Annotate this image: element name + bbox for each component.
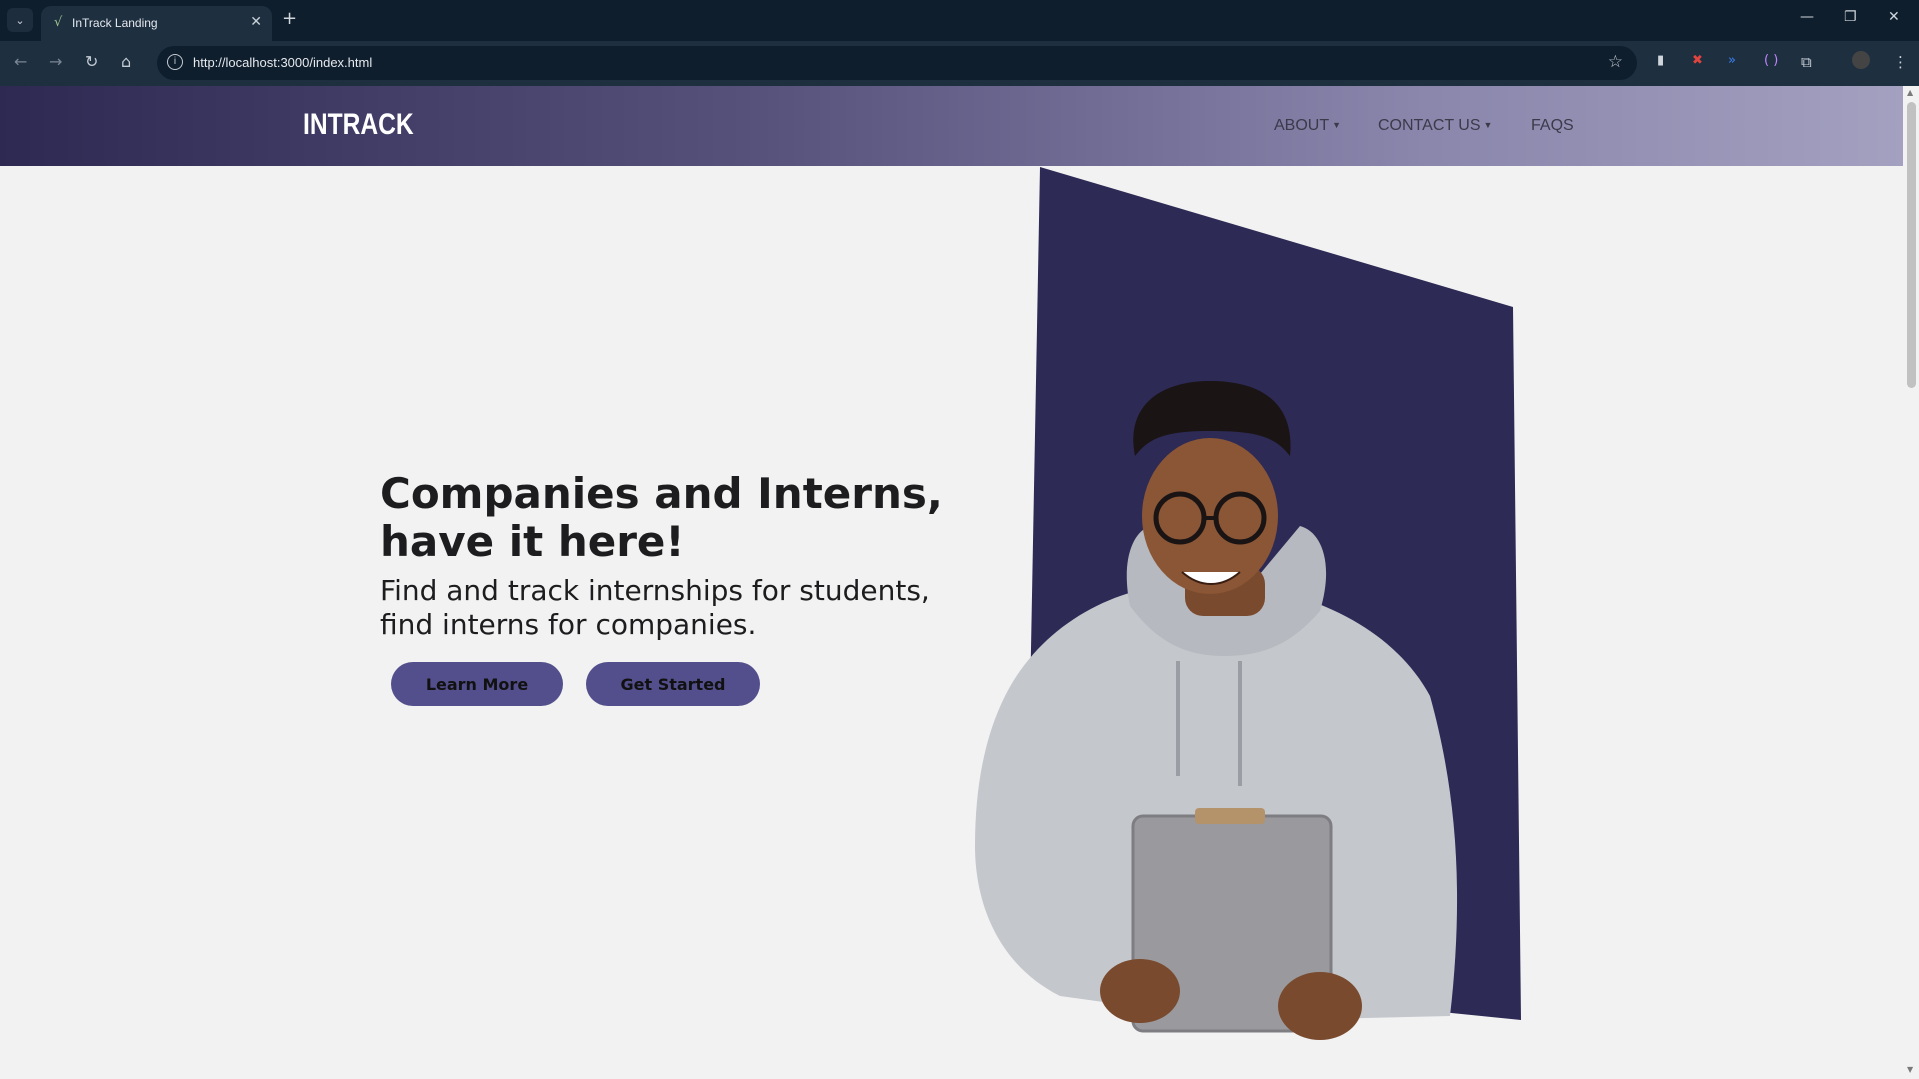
extension-3-icon[interactable]: » [1728,53,1736,68]
nav-faqs[interactable]: FAQS [1531,117,1574,135]
get-started-button[interactable]: Get Started [586,662,760,706]
caret-down-icon: ▼ [1483,120,1493,130]
page-scrollbar[interactable]: ▲ ▼ [1903,86,1919,1079]
nav-contact-us-label: CONTACT US [1378,117,1481,134]
info-icon[interactable]: i [167,54,183,70]
site-logo[interactable]: INTRACK [303,108,414,142]
learn-more-button[interactable]: Learn More [391,662,563,706]
scroll-up-icon[interactable]: ▲ [1907,88,1913,97]
extension-4-icon[interactable]: ( ) [1764,53,1778,68]
scroll-down-icon[interactable]: ▼ [1907,1065,1913,1074]
forward-icon[interactable]: → [49,52,62,71]
reload-icon[interactable]: ↻ [85,52,98,71]
nav-about-label: ABOUT [1274,117,1330,134]
tab-search-icon[interactable]: ⌄ [7,8,33,32]
extension-icon[interactable]: ⧉ [1801,53,1812,71]
plus-icon[interactable]: + [282,8,297,29]
nav-about[interactable]: ABOUT ▼ [1274,117,1341,135]
favicon-icon: √ [54,15,63,30]
extension-1-icon[interactable]: ▮ [1657,53,1664,68]
hero-subheadline: Find and track internships for students,… [380,574,930,641]
scroll-thumb[interactable] [1907,102,1916,388]
minimize-icon[interactable]: — [1800,9,1814,25]
browser-tab-bar: ⌄ √ InTrack Landing ✕ + — ❐ ✕ [0,0,1919,41]
url-text[interactable]: http://localhost:3000/index.html [193,55,372,70]
page-viewport: INTRACK ABOUT ▼ CONTACT US ▼ FAQS Companie… [0,86,1903,1079]
browser-tab[interactable]: √ InTrack Landing ✕ [41,6,272,41]
browser-toolbar: ← → ↻ ⌂ i http://localhost:3000/index.ht… [0,41,1919,86]
window-close-icon[interactable]: ✕ [1888,9,1900,25]
back-icon[interactable]: ← [14,52,27,71]
close-icon[interactable]: ✕ [250,14,262,30]
extension-2-icon[interactable]: ✖ [1692,53,1703,68]
tab-title: InTrack Landing [72,16,158,30]
profile-icon[interactable] [1852,51,1870,69]
nav-faqs-label: FAQS [1531,117,1574,134]
home-icon[interactable]: ⌂ [121,52,131,71]
restore-icon[interactable]: ❐ [1844,9,1857,25]
site-header: INTRACK ABOUT ▼ CONTACT US ▼ FAQS [0,86,1903,166]
star-icon[interactable]: ☆ [1608,52,1623,72]
nav-contact-us[interactable]: CONTACT US ▼ [1378,117,1492,135]
menu-icon[interactable]: ⋮ [1893,53,1908,71]
hero-headline: Companies and Interns, have it here! [380,469,943,566]
address-bar[interactable]: i http://localhost:3000/index.html ☆ [157,46,1637,80]
caret-down-icon: ▼ [1332,120,1342,130]
